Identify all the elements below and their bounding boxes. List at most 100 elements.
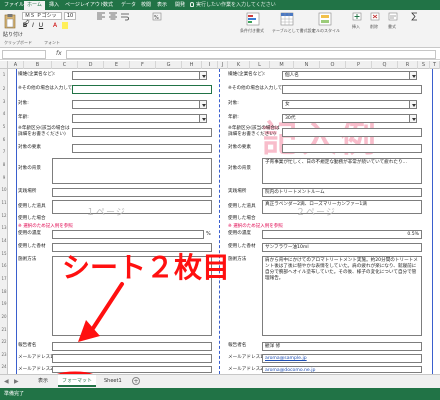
column-header[interactable]: J <box>218 61 228 69</box>
name-box[interactable] <box>2 50 46 59</box>
email2-field-r[interactable]: aroma@docomo.ne.jp <box>262 366 422 373</box>
prev-sheet-icon[interactable]: ◀ <box>4 378 9 385</box>
subject-select-r[interactable]: 女 <box>282 100 410 109</box>
row-number[interactable]: 12 <box>0 213 8 218</box>
row-number[interactable]: 19 <box>0 301 8 306</box>
method-field-r[interactable]: 肩から背中にかけてのアロマトリートメント実施。約20分間のトリートメント後は了後… <box>262 256 422 336</box>
dropdown-arrow-icon[interactable] <box>409 114 417 123</box>
age-select-r[interactable]: 30代 <box>282 114 410 123</box>
row-number[interactable]: 11 <box>0 200 8 205</box>
email1-field-r[interactable]: aroma@sample.jp <box>262 354 422 363</box>
column-header[interactable]: F <box>130 61 156 69</box>
background-field[interactable] <box>52 158 212 184</box>
background-field-r[interactable]: 子育事業が忙しく、日の不規定な勤務が非常が続いていて疲れたり... <box>262 158 422 184</box>
tab-developer[interactable]: 開発 <box>172 1 188 10</box>
font-size-box[interactable]: 10 <box>64 12 76 20</box>
email1-field[interactable] <box>52 354 212 363</box>
column-header[interactable]: D <box>78 61 104 69</box>
row-number[interactable]: 4 <box>0 111 8 116</box>
font-name-box[interactable]: ＭＳ Ｐゴシック <box>22 12 62 26</box>
dropdown-arrow-icon[interactable] <box>409 100 417 109</box>
row-number[interactable]: 15 <box>0 251 8 256</box>
column-header[interactable]: O <box>320 61 346 69</box>
reporter-field-r[interactable]: 観洋 修 <box>262 342 422 351</box>
formula-input[interactable] <box>66 50 436 59</box>
row-number[interactable]: 14 <box>0 238 8 243</box>
row-number[interactable]: 8 <box>0 162 8 167</box>
other-field-r[interactable] <box>282 85 422 94</box>
align-left-icon[interactable] <box>96 12 106 21</box>
row-number[interactable]: 1 <box>0 72 8 77</box>
format-as-table-icon[interactable] <box>280 12 294 26</box>
select-all-corner[interactable] <box>0 61 8 69</box>
tab-formulas[interactable]: 数式 <box>100 1 116 10</box>
font-color-icon[interactable]: A <box>52 22 58 29</box>
tab-home[interactable]: ホーム <box>24 1 45 10</box>
tab-view[interactable]: 表示 <box>154 1 170 10</box>
column-header[interactable]: C <box>52 61 78 69</box>
row-number[interactable]: 13 <box>0 225 8 230</box>
organization-select-r[interactable]: 個人名 <box>282 71 410 80</box>
number-format-icon[interactable]: % <box>152 12 162 21</box>
paste-icon[interactable] <box>4 13 16 29</box>
paste-label[interactable]: 貼り付け <box>3 31 23 38</box>
row-number[interactable]: 2 <box>0 86 8 91</box>
sheet-tab-format[interactable]: フォーマット <box>58 375 97 387</box>
bold-button[interactable]: B <box>22 22 28 29</box>
underline-button[interactable]: U <box>38 22 44 29</box>
column-header[interactable]: B <box>24 61 52 69</box>
column-header[interactable]: R <box>398 61 418 69</box>
format-cells-icon[interactable] <box>388 12 398 21</box>
tell-me-box[interactable]: 実行したい作業を入力してください <box>190 1 276 9</box>
insert-label[interactable]: 挿入 <box>352 24 360 30</box>
column-header[interactable]: P <box>346 61 372 69</box>
column-header[interactable]: E <box>104 61 130 69</box>
column-header[interactable]: H <box>182 61 202 69</box>
place-field-r[interactable]: 院内のトリートメントルーム <box>262 188 422 197</box>
column-header[interactable]: N <box>294 61 320 69</box>
row-number[interactable]: 23 <box>0 352 8 357</box>
column-header[interactable]: G <box>156 61 182 69</box>
tools-field[interactable] <box>52 200 212 214</box>
age-select[interactable] <box>72 114 200 123</box>
column-header[interactable]: I <box>202 61 218 69</box>
italic-button[interactable]: I <box>30 22 36 29</box>
organization-select[interactable] <box>72 71 200 80</box>
align-center-icon[interactable] <box>108 12 118 21</box>
column-header[interactable]: K <box>228 61 250 69</box>
dropdown-arrow-icon[interactable] <box>199 100 207 109</box>
tools-field-r[interactable]: 真正ラベンダー2滴、ローズマリーカンファー1滴 <box>262 200 422 214</box>
dropdown-arrow-icon[interactable] <box>199 71 207 80</box>
column-header[interactable]: Q <box>372 61 398 69</box>
add-sheet-icon[interactable]: + <box>132 377 140 385</box>
tab-insert[interactable]: 挿入 <box>46 1 62 10</box>
cell-styles-icon[interactable] <box>318 12 332 26</box>
table-format-label[interactable]: テーブルとして書式設定 <box>272 28 316 34</box>
row-number[interactable]: 7 <box>0 149 8 154</box>
row-number[interactable]: 9 <box>0 175 8 180</box>
subject-select[interactable] <box>72 100 200 109</box>
row-number[interactable]: 20 <box>0 314 8 319</box>
column-header[interactable]: T <box>430 61 440 69</box>
column-header[interactable]: A <box>8 61 24 69</box>
row-number[interactable]: 5 <box>0 124 8 129</box>
sheet-tab-sheet1[interactable]: Sheet1 <box>100 375 126 387</box>
row-number[interactable]: 6 <box>0 137 8 142</box>
column-header[interactable]: M <box>270 61 294 69</box>
concentration-field-r[interactable]: 0.5% <box>262 230 422 239</box>
place-field[interactable] <box>52 188 212 197</box>
delete-cells-icon[interactable] <box>370 12 380 21</box>
row-number[interactable]: 17 <box>0 276 8 281</box>
row-number[interactable]: 10 <box>0 187 8 192</box>
insert-cells-icon[interactable] <box>352 12 362 21</box>
other-field[interactable] <box>72 85 212 94</box>
format-label[interactable]: 書式 <box>388 24 396 30</box>
delete-label[interactable]: 削除 <box>370 24 378 30</box>
fx-label[interactable]: fx <box>56 50 62 57</box>
concentration-field[interactable] <box>52 230 204 239</box>
column-header[interactable]: S <box>418 61 430 69</box>
dropdown-arrow-icon[interactable] <box>199 114 207 123</box>
sum-icon[interactable] <box>410 12 420 21</box>
cond-format-label[interactable]: 条件付き書式 <box>240 28 264 34</box>
condition-field-r[interactable] <box>282 144 422 153</box>
